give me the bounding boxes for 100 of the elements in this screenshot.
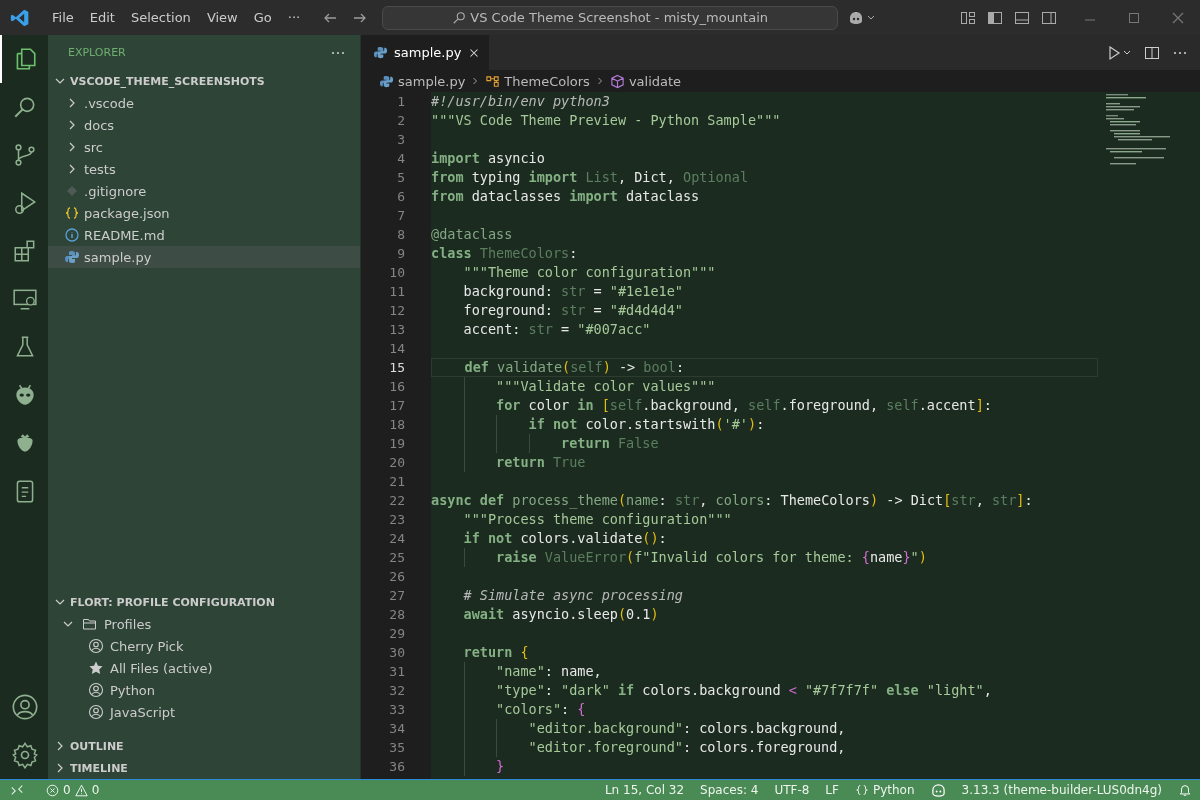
code-line: await asyncio.sleep(0.1) — [463, 606, 659, 622]
line-number: 14 — [388, 340, 406, 358]
editor-tab[interactable]: sample.py — [361, 35, 490, 70]
layout-icon[interactable] — [960, 9, 976, 26]
menu-item[interactable]: Edit — [81, 10, 123, 25]
menu-item[interactable]: Go — [245, 10, 280, 25]
command-center-search[interactable]: VS Code Theme Screenshot - misty_mountain — [382, 5, 839, 30]
line-number: 24 — [388, 530, 406, 548]
file-tree-item[interactable]: .gitignore — [48, 180, 360, 202]
encoding-status[interactable]: UTF-8 — [766, 783, 818, 797]
account-icon[interactable] — [11, 693, 39, 721]
section-header[interactable]: VSCODE_THEME_SCREENSHOTS — [70, 74, 265, 88]
code-line: "editor.background": colors.background, — [528, 720, 846, 736]
line-number: 17 — [388, 397, 406, 415]
vscode-logo-icon — [10, 7, 30, 28]
breadcrumb-item[interactable]: ThemeColors — [504, 73, 590, 89]
problems-status[interactable]: 0 0 — [38, 783, 108, 797]
code-line: "editor.foreground": colors.foreground, — [528, 739, 846, 755]
run-icon[interactable] — [1108, 44, 1132, 61]
file-tree-item[interactable]: src — [48, 136, 360, 158]
copilot-icon[interactable] — [930, 782, 946, 798]
line-number: 11 — [388, 283, 406, 301]
line-number: 1 — [396, 93, 406, 111]
line-number: 4 — [396, 150, 406, 168]
python-icon — [373, 45, 388, 60]
run-debug-icon — [12, 190, 38, 216]
line-number: 19 — [388, 435, 406, 453]
code-line: if not colors.validate(): — [463, 530, 667, 546]
line-number: 16 — [388, 378, 406, 396]
indentation-status[interactable]: Spaces: 4 — [692, 783, 767, 797]
line-number: 13 — [388, 321, 406, 339]
account-icon — [88, 682, 104, 698]
line-number: 33 — [388, 701, 406, 719]
section-header[interactable]: TIMELINE — [70, 761, 128, 775]
profile-item[interactable]: All Files (active) — [48, 657, 360, 679]
line-number: 2 — [396, 112, 406, 130]
panel-toggle-icon[interactable] — [1014, 9, 1030, 26]
code-line: #!/usr/bin/env python3 — [431, 93, 610, 109]
code-line: class ThemeColors: — [431, 245, 578, 261]
menu-item[interactable]: ··· — [279, 10, 309, 25]
line-number: 20 — [388, 454, 406, 472]
line-number: 5 — [396, 169, 406, 187]
settings-icon[interactable] — [11, 741, 39, 769]
source-control-icon — [12, 142, 38, 168]
breadcrumb-item[interactable]: sample.py — [398, 73, 466, 89]
file-tree-item[interactable]: tests — [48, 158, 360, 180]
profile-item[interactable]: Python — [48, 679, 360, 701]
folder-icon — [82, 616, 98, 632]
line-number: 21 — [388, 473, 406, 491]
profile-item[interactable]: Cherry Pick — [48, 635, 360, 657]
line-number: 6 — [396, 188, 406, 206]
profile-item[interactable]: JavaScript — [48, 701, 360, 723]
line-number: 18 — [388, 416, 406, 434]
line-number: 29 — [388, 625, 406, 643]
line-number: 27 — [388, 587, 406, 605]
cube-icon — [609, 73, 625, 89]
line-number: 34 — [388, 720, 406, 738]
python-interpreter[interactable]: 3.13.3 (theme-builder-LUS0dn4g) — [953, 783, 1170, 797]
menu-item[interactable]: Selection — [122, 10, 199, 25]
file-tree-item[interactable]: sample.py — [48, 246, 360, 268]
line-number: 23 — [388, 511, 406, 529]
code-line: import asyncio — [431, 150, 545, 166]
info-icon — [64, 227, 80, 243]
line-number: 3 — [396, 131, 406, 149]
code-line: return True — [496, 454, 586, 470]
code-line: def validate(self) -> bool: — [464, 359, 684, 375]
code-line: from typing import List, Dict, Optional — [431, 169, 749, 185]
error-icon — [46, 783, 59, 797]
line-number: 31 — [388, 663, 406, 681]
code-line: # Simulate async processing — [463, 587, 683, 603]
cursor-position[interactable]: Ln 15, Col 32 — [596, 783, 693, 797]
file-tree-item[interactable]: .vscode — [48, 92, 360, 114]
file-tree-item[interactable]: docs — [48, 114, 360, 136]
menu-item[interactable]: File — [44, 10, 82, 25]
line-number: 30 — [388, 644, 406, 662]
menu-item[interactable]: View — [198, 10, 246, 25]
star-icon — [88, 660, 104, 676]
code-line: for color in [self.background, self.foreground, self.accent]: — [496, 397, 992, 413]
class-icon — [485, 73, 501, 89]
breadcrumb-item[interactable]: validate — [628, 73, 682, 89]
code-line: """Validate color values""" — [496, 378, 716, 394]
section-header[interactable]: OUTLINE — [70, 739, 124, 753]
profiles-folder-item[interactable]: Profiles — [48, 613, 360, 635]
sidebar-toggle-icon[interactable] — [987, 9, 1003, 26]
python-icon — [64, 249, 80, 265]
bell-icon[interactable] — [1178, 783, 1192, 797]
code-line: foreground: str = "#d4d4d4" — [463, 302, 683, 318]
line-number: 10 — [388, 264, 406, 282]
code-line: return { — [463, 644, 529, 660]
file-tree-item[interactable]: package.json — [48, 202, 360, 224]
secondary-sidebar-icon[interactable] — [1041, 9, 1057, 26]
code-line: from dataclasses import dataclass — [431, 188, 700, 204]
language-mode[interactable]: Python — [846, 783, 923, 797]
remote-icon[interactable] — [10, 783, 24, 797]
file-tree-item[interactable]: README.md — [48, 224, 360, 246]
line-ending-status[interactable]: LF — [817, 783, 847, 797]
line-number: 36 — [388, 758, 406, 776]
section-header[interactable]: FLORT: PROFILE CONFIGURATION — [70, 595, 275, 609]
split-editor-icon[interactable] — [1144, 44, 1160, 61]
line-number: 9 — [396, 245, 406, 263]
